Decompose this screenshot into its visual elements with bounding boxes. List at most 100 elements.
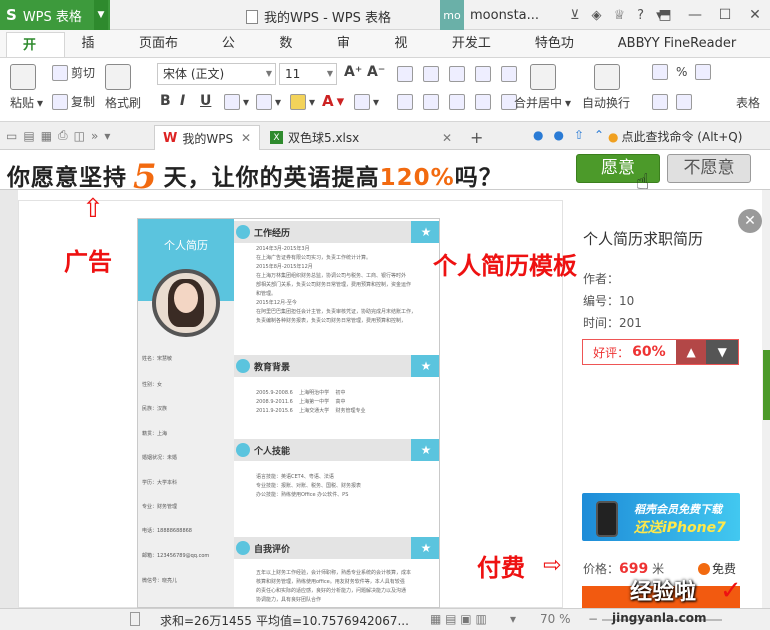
app-menu-dropdown-icon[interactable]: ▼ <box>94 0 108 30</box>
tab-my-wps[interactable]: W 我的WPS ✕ <box>154 125 260 150</box>
customize-dropdown-icon[interactable]: ▾ <box>104 129 110 143</box>
tab-abbyy[interactable]: ABBYY FineReader 11 <box>602 31 770 77</box>
layout-icon[interactable] <box>130 612 140 626</box>
upload-icon[interactable]: ⇧ <box>574 128 584 142</box>
tab-review[interactable]: 审阅 <box>321 31 378 77</box>
align-top-icon[interactable] <box>397 66 413 82</box>
restore-ribbon-icon[interactable]: ⬒ <box>650 0 680 30</box>
align-bottom-icon[interactable] <box>449 66 465 82</box>
wrap-text-text: 自动换行 <box>582 96 631 110</box>
indent-icon[interactable] <box>475 66 491 82</box>
tab-spreadsheet-label: 双色球5.xlsx <box>288 131 360 145</box>
save-icon[interactable]: ▤ <box>23 129 34 143</box>
cut-button[interactable]: 剪切 <box>52 64 95 81</box>
border-button[interactable]: ▾ <box>224 94 249 110</box>
wrap-text-label[interactable]: 自动换行 <box>582 94 630 111</box>
tab-home[interactable]: 开始 <box>6 32 66 79</box>
tab-insert[interactable]: 插入 <box>65 31 122 77</box>
cloud-user-icon[interactable]: ● <box>553 128 563 142</box>
help-icon[interactable]: ? <box>637 8 644 23</box>
italic-button[interactable]: I <box>180 93 185 109</box>
minimize-button[interactable]: — <box>680 0 710 30</box>
user-account[interactable]: mo moonsta... <box>440 0 539 30</box>
font-color-button[interactable]: A ▾ <box>322 92 344 110</box>
font-size-select[interactable]: 11 ▼ <box>279 63 337 85</box>
increase-decimal-icon[interactable] <box>652 94 668 110</box>
fill-color-button[interactable]: ▾ <box>290 94 315 110</box>
clear-format-button[interactable]: ▾ <box>354 94 379 110</box>
table-style-label[interactable]: 表格 <box>736 94 760 111</box>
annotation-paid: 付费 <box>477 554 525 582</box>
open-folder-icon[interactable]: ▭ <box>6 129 17 143</box>
align-right-icon[interactable] <box>449 94 465 110</box>
wrap-text-button[interactable] <box>594 64 620 90</box>
format-painter-button[interactable] <box>105 64 131 90</box>
copy-button[interactable]: 复制 <box>52 93 95 110</box>
close-tab-icon[interactable]: ✕ <box>442 131 452 145</box>
new-tab-button[interactable]: + <box>462 125 491 150</box>
thumbs-down-icon[interactable]: ▼ <box>706 340 738 364</box>
align-center-icon[interactable] <box>423 94 439 110</box>
view-dropdown-icon[interactable]: ▾ <box>510 612 516 626</box>
checkmark-icon: ✓ <box>720 576 742 606</box>
side-panel-toggle[interactable] <box>763 350 770 420</box>
currency-icon[interactable] <box>652 64 668 80</box>
export-pdf-icon[interactable]: ▦ <box>41 129 52 143</box>
bold-button[interactable]: B <box>160 93 171 109</box>
user-name[interactable]: moonsta... <box>470 8 539 23</box>
paste-label[interactable]: 粘贴 ▾ <box>10 94 43 111</box>
shirt-icon[interactable]: ♕ <box>614 8 626 23</box>
tab-view[interactable]: 视图 <box>378 31 435 77</box>
font-name-select[interactable]: 宋体 (正文) ▼ <box>157 63 276 85</box>
align-left-icon[interactable] <box>397 94 413 110</box>
zoom-level[interactable]: 70 % <box>540 612 571 626</box>
tab-page-layout[interactable]: 页面布局 <box>123 31 206 77</box>
rating-label-text: 好评： <box>593 345 630 360</box>
more-icon[interactable]: » <box>91 129 98 143</box>
shield-icon[interactable]: ◈ <box>592 8 602 23</box>
v-badge-icon[interactable]: ⊻ <box>570 8 580 23</box>
tab-formulas[interactable]: 公式 <box>206 31 263 77</box>
tab-developer[interactable]: 开发工具 <box>436 31 519 77</box>
print-icon[interactable]: ⎙ <box>58 128 68 143</box>
increase-font-icon[interactable]: A⁺ <box>344 64 362 80</box>
cloud-sync-icon[interactable]: ● <box>533 128 543 142</box>
underline-button[interactable]: U <box>200 93 211 109</box>
format-painter-label[interactable]: 格式刷 <box>105 94 141 111</box>
app-menu-button[interactable]: S WPS 表格 ▼ <box>0 0 110 30</box>
justify-icon[interactable] <box>475 94 491 110</box>
resume-template[interactable]: 个人简历 姓名：宋慧敏 性别：女 民族：汉族 籍贯：上海 婚姻状况：未婚 学历：… <box>137 218 440 608</box>
membership-promo-banner[interactable]: 稻壳会员免费下载 还送iPhone7 <box>582 493 740 541</box>
view-mode-icons[interactable]: ▦ ▤ ▣ ▥ <box>430 612 487 626</box>
wps-w-icon: W <box>163 130 178 146</box>
decrease-decimal-icon[interactable] <box>676 94 692 110</box>
paste-button[interactable] <box>10 64 36 90</box>
tab-data[interactable]: 数据 <box>263 31 320 77</box>
thumbs-up-icon[interactable]: ▲ <box>675 340 707 364</box>
merge-grid-button[interactable]: ▾ <box>256 94 281 110</box>
outdent-icon[interactable] <box>501 66 517 82</box>
template-number: 编号：10 <box>583 294 635 308</box>
close-icon[interactable]: ✕ <box>738 209 762 233</box>
maximize-button[interactable]: ☐ <box>710 0 740 30</box>
avatar[interactable]: mo <box>440 0 464 30</box>
close-button[interactable]: ✕ <box>740 0 770 30</box>
thousands-icon[interactable] <box>695 64 712 80</box>
close-tab-icon[interactable]: ✕ <box>241 131 251 145</box>
window-title: 我的WPS - WPS 表格 <box>246 7 391 26</box>
tab-features[interactable]: 特色功能 <box>519 31 602 77</box>
percent-icon[interactable]: % <box>676 65 687 79</box>
section-text: 五年以上财务工作经验，会计师职称，熟悉专业系统的会计核算，成本 核算和财务管理，… <box>256 570 412 603</box>
resume-info-wechat: 微信号：晓亮儿 <box>142 578 178 584</box>
zoom-out-button[interactable]: − <box>588 612 598 626</box>
tab-spreadsheet[interactable]: X 双色球5.xlsx ✕ <box>262 125 460 150</box>
preview-icon[interactable]: ◫ <box>74 129 85 143</box>
ad-no-button[interactable]: 不愿意 <box>667 154 751 183</box>
align-middle-icon[interactable] <box>423 66 439 82</box>
collapse-icon[interactable]: ⌃ <box>594 128 604 142</box>
search-command[interactable]: ● 点此查找命令 (Alt+Q) <box>608 128 742 145</box>
ad-text-mid: 天，让你的英语提高 <box>163 165 380 191</box>
merge-center-label[interactable]: 合并居中 ▾ <box>514 94 571 111</box>
merge-center-button[interactable] <box>530 64 556 90</box>
decrease-font-icon[interactable]: A⁻ <box>367 64 385 80</box>
